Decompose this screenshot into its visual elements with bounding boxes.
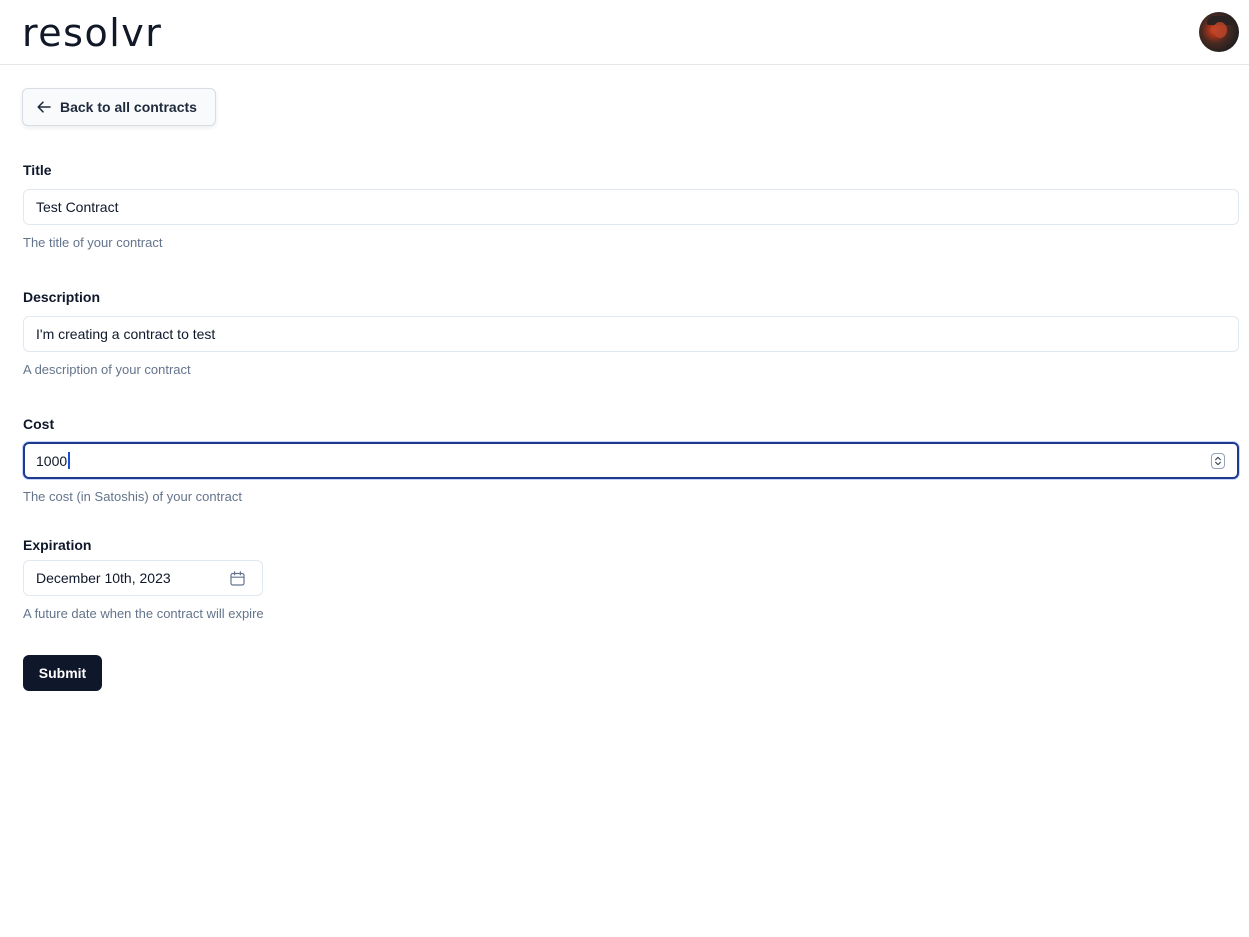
- submit-button[interactable]: Submit: [23, 655, 102, 691]
- cost-input[interactable]: 1000: [23, 442, 1239, 479]
- avatar-face-shape: [1213, 22, 1227, 38]
- description-input-value: I'm creating a contract to test: [36, 326, 216, 342]
- expiration-label: Expiration: [23, 537, 92, 553]
- number-spinner-icon[interactable]: [1211, 453, 1225, 469]
- title-input-value: Test Contract: [36, 199, 119, 215]
- expiration-help-text: A future date when the contract will exp…: [23, 606, 264, 621]
- description-input[interactable]: I'm creating a contract to test: [23, 316, 1239, 352]
- description-label: Description: [23, 289, 101, 305]
- expiration-date-picker[interactable]: December 10th, 2023: [23, 560, 263, 596]
- title-help-text: The title of your contract: [23, 235, 163, 250]
- title-input[interactable]: Test Contract: [23, 189, 1239, 225]
- top-header: resolvr: [0, 0, 1249, 65]
- resolvr-logo[interactable]: resolvr: [22, 10, 162, 56]
- back-button-label: Back to all contracts: [60, 99, 197, 115]
- arrow-left-icon: [37, 101, 51, 113]
- text-caret: [68, 452, 70, 469]
- expiration-date-value: December 10th, 2023: [36, 570, 171, 586]
- description-help-text: A description of your contract: [23, 362, 191, 377]
- title-label: Title: [23, 162, 52, 178]
- user-avatar[interactable]: [1199, 12, 1239, 52]
- submit-button-label: Submit: [38, 665, 87, 681]
- calendar-icon: [230, 571, 245, 586]
- back-to-contracts-button[interactable]: Back to all contracts: [22, 88, 216, 126]
- cost-help-text: The cost (in Satoshis) of your contract: [23, 489, 242, 504]
- cost-label: Cost: [23, 416, 55, 432]
- cost-input-value: 1000: [36, 452, 68, 469]
